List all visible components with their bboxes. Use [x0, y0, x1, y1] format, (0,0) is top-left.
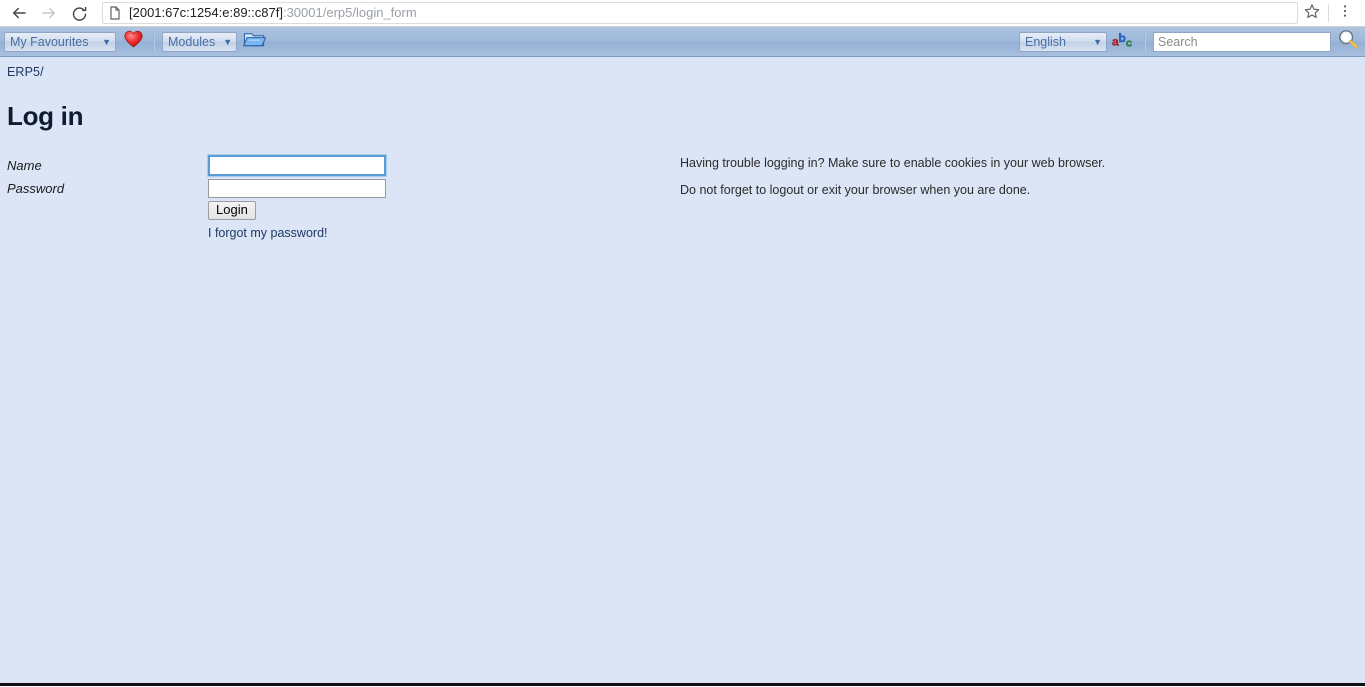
browser-chrome: [2001:67c:1254:e:89::c87f]:30001/erp5/lo…	[0, 0, 1365, 27]
language-select[interactable]: English ▼	[1019, 31, 1107, 52]
heart-icon	[123, 30, 143, 53]
help-line-cookies: Having trouble logging in? Make sure to …	[680, 156, 1106, 170]
search-button[interactable]	[1335, 29, 1361, 55]
toolbar-divider-2	[1144, 30, 1146, 53]
favourites-select[interactable]: My Favourites ▼	[4, 31, 116, 52]
reload-button[interactable]	[64, 0, 94, 26]
form-gutter	[0, 201, 208, 220]
name-field-label: Name	[7, 157, 42, 173]
form-gutter	[0, 226, 208, 240]
breadcrumb-separator: /	[40, 65, 44, 79]
svg-text:c: c	[1126, 37, 1132, 49]
address-bar[interactable]: [2001:67c:1254:e:89::c87f]:30001/erp5/lo…	[102, 2, 1298, 24]
bookmark-star-icon	[1304, 3, 1320, 24]
login-button-row: Login	[0, 201, 680, 220]
modules-select-label: Modules	[168, 34, 216, 49]
open-folder-icon	[242, 29, 266, 54]
translate-button[interactable]: a b c	[1111, 29, 1137, 55]
three-dot-menu-icon	[1337, 3, 1353, 24]
chrome-divider	[1328, 4, 1329, 22]
forward-button	[34, 0, 64, 26]
name-input[interactable]	[208, 154, 386, 176]
chevron-down-icon: ▼	[223, 36, 233, 47]
search-group	[1153, 29, 1361, 55]
forgot-password-row: I forgot my password!	[0, 226, 680, 240]
name-field-row: Name	[0, 154, 680, 176]
page-content: ERP5/ Log in Name Password Login I forgo…	[0, 57, 1365, 686]
language-group: English ▼ a b c	[1019, 29, 1137, 55]
favourites-group: My Favourites ▼	[4, 29, 146, 55]
chrome-menu-button[interactable]	[1331, 0, 1359, 26]
page-document-icon	[109, 6, 121, 20]
address-bar-url: [2001:67c:1254:e:89::c87f]:30001/erp5/lo…	[129, 3, 417, 23]
password-field-row: Password	[0, 177, 680, 199]
modules-folder-button[interactable]	[241, 29, 267, 55]
password-field-label: Password	[7, 180, 65, 196]
login-help-text: Having trouble logging in? Make sure to …	[680, 154, 1365, 209]
reload-icon	[71, 5, 88, 22]
help-line-logout: Do not forget to logout or exit your bro…	[680, 183, 1031, 197]
page-title: Log in	[7, 101, 84, 131]
toolbar-divider-1	[153, 30, 155, 53]
favourites-select-label: My Favourites	[10, 34, 89, 49]
search-input[interactable]	[1153, 31, 1331, 52]
abc-translate-icon: a b c	[1112, 29, 1136, 54]
login-form: Name Password Login I forgot my password…	[0, 154, 680, 240]
modules-group: Modules ▼	[162, 29, 267, 55]
forward-arrow-icon	[40, 4, 58, 22]
favourites-button[interactable]	[120, 29, 146, 55]
bookmark-button[interactable]	[1298, 0, 1326, 26]
breadcrumb: ERP5/	[0, 57, 1365, 79]
svg-text:b: b	[1118, 31, 1125, 45]
chevron-down-icon: ▼	[1093, 36, 1102, 47]
login-button[interactable]: Login	[208, 201, 256, 220]
magnifier-search-icon	[1337, 29, 1359, 54]
back-button[interactable]	[4, 0, 34, 26]
address-bar-host: [2001:67c:1254:e:89::c87f]	[129, 5, 283, 20]
language-select-label: English	[1025, 34, 1066, 49]
login-section: Name Password Login I forgot my password…	[0, 154, 1365, 240]
breadcrumb-root-link[interactable]: ERP5	[7, 65, 40, 79]
modules-select[interactable]: Modules ▼	[162, 31, 238, 52]
erp5-toolbar: My Favourites ▼ Modules ▼ English ▼ a b …	[0, 27, 1365, 57]
chevron-down-icon: ▼	[102, 36, 111, 47]
password-input[interactable]	[208, 178, 386, 198]
forgot-password-link[interactable]: I forgot my password!	[208, 226, 328, 240]
back-arrow-icon	[10, 4, 28, 22]
address-bar-path: :30001/erp5/login_form	[282, 5, 417, 20]
